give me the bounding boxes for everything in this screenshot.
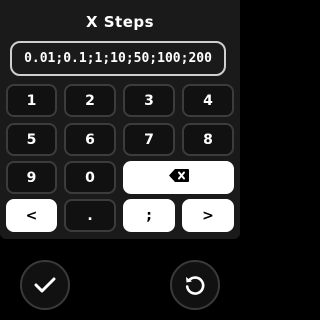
reset-icon <box>183 273 207 297</box>
cursor-right-button[interactable]: > <box>182 199 234 232</box>
dialog-title: X Steps <box>85 13 155 31</box>
key-5[interactable]: 5 <box>6 123 57 156</box>
checkmark-icon <box>34 276 56 294</box>
reset-button[interactable] <box>170 260 220 310</box>
steps-input-field[interactable]: 0.01;0.1;1;10;50;100;200 <box>10 41 226 76</box>
cursor-left-button[interactable]: < <box>6 199 57 232</box>
key-dot[interactable]: . <box>64 199 116 232</box>
key-7[interactable]: 7 <box>123 123 175 156</box>
keypad-panel: X Steps 0.01;0.1;1;10;50;100;200 1 2 3 4… <box>0 0 240 239</box>
key-8[interactable]: 8 <box>182 123 234 156</box>
backspace-icon <box>168 169 189 186</box>
backspace-button[interactable] <box>123 161 234 194</box>
key-2[interactable]: 2 <box>64 84 116 117</box>
confirm-button[interactable] <box>20 260 70 310</box>
key-9[interactable]: 9 <box>6 161 57 194</box>
key-3[interactable]: 3 <box>123 84 175 117</box>
key-semicolon[interactable]: ; <box>123 199 175 232</box>
key-4[interactable]: 4 <box>182 84 234 117</box>
key-1[interactable]: 1 <box>6 84 57 117</box>
key-6[interactable]: 6 <box>64 123 116 156</box>
key-0[interactable]: 0 <box>64 161 116 194</box>
